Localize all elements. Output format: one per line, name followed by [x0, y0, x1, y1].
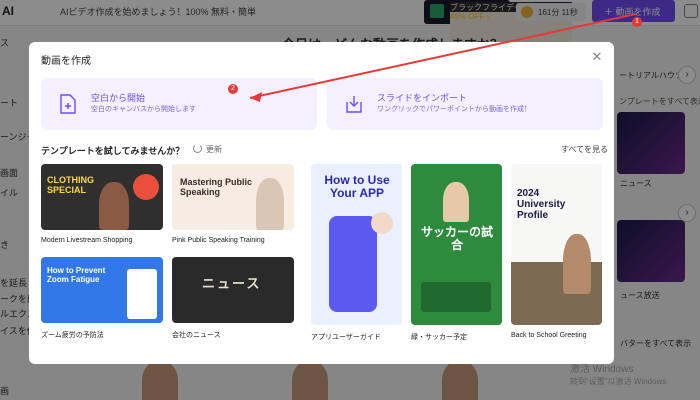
template-caption: Back to School Greeting: [511, 332, 587, 339]
see-all-link[interactable]: すべてを見る: [561, 144, 608, 155]
create-video-dialog: 動画を作成 ✕ 空白から開始 空白のキャンバスから開始します スライドをインポー…: [29, 42, 614, 364]
refresh-icon: [193, 144, 202, 153]
badge-graphic: [133, 174, 159, 200]
avatar-image: [371, 212, 393, 234]
annotation-marker-1: 1: [632, 17, 642, 27]
start-blank-subtitle: 空白のキャンバスから開始します: [91, 106, 196, 113]
template-title-text: Mastering Public Speaking: [180, 177, 253, 197]
schedule-panel: [421, 282, 491, 312]
avatar-image: [99, 182, 129, 230]
template-title-text: ニュース: [202, 276, 262, 291]
templates-heading: テンプレートを試してみませんか？: [41, 146, 185, 156]
template-card-school[interactable]: 2024 University Profile: [511, 164, 602, 325]
start-blank-option[interactable]: 空白から開始 空白のキャンバスから開始します: [41, 78, 317, 130]
template-title-text: How to Use Your APP: [324, 173, 390, 201]
import-slides-option[interactable]: スライドをインポート ワンクリックでパワーポイントから動画を作成！: [327, 78, 603, 130]
template-card-livestream[interactable]: CLOTHING SPECIAL: [41, 164, 163, 230]
template-title-text: CLOTHING SPECIAL: [47, 175, 94, 195]
start-blank-title: 空白から開始: [91, 93, 146, 103]
template-card-soccer[interactable]: サッカーの試合: [411, 164, 502, 325]
avatar-image: [443, 182, 469, 222]
annotation-marker-2: 2: [228, 84, 238, 94]
template-card-zoom-fatigue[interactable]: How to Prevent Zoom Fatigue: [41, 257, 163, 323]
template-title-text: サッカーの試合: [420, 225, 493, 253]
import-slides-title: スライドをインポート: [377, 93, 468, 103]
template-card-company-news[interactable]: ニュース: [172, 257, 294, 323]
template-card-public-speaking[interactable]: Mastering Public Speaking: [172, 164, 294, 230]
template-caption: Modern Livestream Shopping: [41, 237, 133, 244]
template-title-text: 2024 University Profile: [517, 188, 566, 221]
template-caption: 会社のニュース: [172, 332, 221, 339]
template-caption: ズーム疲労の予防法: [41, 332, 104, 339]
phone-graphic: [329, 216, 377, 312]
import-slides-subtitle: ワンクリックでパワーポイントから動画を作成！: [377, 106, 531, 113]
avatar-image: [256, 178, 284, 230]
import-icon: [346, 96, 362, 113]
template-title-text: How to Prevent Zoom Fatigue: [47, 266, 106, 284]
new-file-icon: [60, 94, 76, 114]
template-caption: アプリユーザーガイド: [311, 334, 381, 341]
avatar-image: [563, 234, 591, 294]
template-card-app-guide[interactable]: How to Use Your APP: [311, 164, 402, 325]
template-caption: Pink Public Speaking Training: [172, 237, 265, 244]
template-caption: 緑・サッカー予定: [411, 334, 467, 341]
dialog-title: 動画を作成: [41, 56, 91, 67]
avatar-image: [127, 269, 157, 319]
close-icon[interactable]: ✕: [590, 50, 604, 64]
refresh-button[interactable]: 更新: [193, 144, 222, 155]
